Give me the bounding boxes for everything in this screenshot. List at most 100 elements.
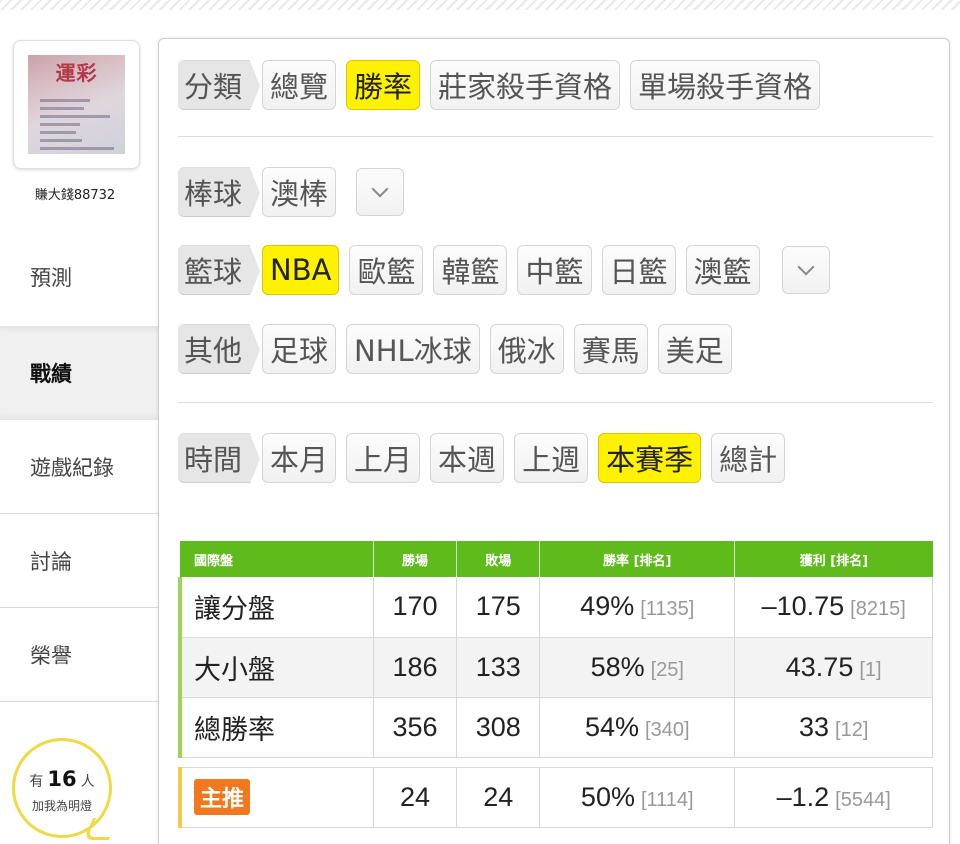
sidebar-item-label: 討論 <box>30 549 72 574</box>
league-australia-basketball[interactable]: 澳籃 <box>685 245 760 295</box>
profit-value: 33 <box>798 711 830 742</box>
league-american-football[interactable]: 美足 <box>657 324 732 374</box>
divider <box>178 402 933 403</box>
sidebar-item-discussion[interactable]: 討論 <box>0 514 158 608</box>
profit-rank: [12] <box>835 718 869 741</box>
period-last-month[interactable]: 上月 <box>346 433 421 483</box>
tab-single-game-killer[interactable]: 單場殺手資格 <box>630 60 821 110</box>
table-row: 讓分盤 170 175 49% [1135] –10.75 [8215] <box>177 577 933 638</box>
profit-rank: [1] <box>859 658 882 681</box>
row-label: 讓分盤 <box>177 577 374 638</box>
avatar-brand-text: 運彩 <box>55 61 98 85</box>
other-label: 其他 <box>178 324 261 375</box>
rate-value: 54% <box>585 711 640 742</box>
username[interactable]: 賺大錢88732 <box>0 184 150 203</box>
profit-rank: [8215] <box>850 598 906 621</box>
losses-cell: 133 <box>456 637 541 698</box>
rate-cell: 54% [340] <box>539 697 736 758</box>
chevron-down-icon <box>371 180 389 198</box>
column-header: 國際盤 <box>180 541 374 577</box>
profit-value: –1.2 <box>776 781 830 812</box>
rate-cell: 49% [1135] <box>539 577 736 638</box>
league-soccer[interactable]: 足球 <box>262 324 337 374</box>
wins-cell: 24 <box>373 766 458 828</box>
sidebar: 運彩 賺大錢88732 預測 戰績 遊戲紀錄 討論 榮譽 有 16 人 加我為明燈 <box>0 0 158 844</box>
league-abl[interactable]: 澳棒 <box>262 167 337 217</box>
sidebar-item-record[interactable]: 戰績 <box>0 326 158 420</box>
avatar[interactable]: 運彩 <box>13 40 140 169</box>
wins-cell: 170 <box>373 577 458 638</box>
category-label: 分類 <box>178 60 261 111</box>
tab-win-rate[interactable]: 勝率 <box>346 60 421 110</box>
league-horse-racing[interactable]: 賽馬 <box>573 324 648 374</box>
table-header-row: 國際盤 勝場 敗場 勝率 [排名] 獲利 [排名] <box>180 541 933 577</box>
profit-cell: 43.75 [1] <box>734 637 933 698</box>
period-this-season[interactable]: 本賽季 <box>598 433 702 483</box>
wins-cell: 186 <box>373 637 458 698</box>
rate-rank: [1135] <box>640 598 695 621</box>
profit-cell: 33 [12] <box>734 697 933 758</box>
fans-caption: 加我為明燈 <box>31 799 92 813</box>
basketball-filter-row: 籃球 NBA 歐籃 韓籃 中籃 日籃 澳籃 <box>178 244 830 296</box>
rate-rank: [340] <box>645 718 690 741</box>
sidebar-item-honor[interactable]: 榮譽 <box>0 608 158 702</box>
sidebar-item-predict[interactable]: 預測 <box>0 230 158 324</box>
league-korea-basketball[interactable]: 韓籃 <box>433 245 508 295</box>
avatar-image: 運彩 <box>28 55 125 154</box>
sidebar-item-label: 預測 <box>30 266 72 290</box>
time-filter-row: 時間 本月 上月 本週 上週 本賽季 總計 <box>178 432 795 484</box>
fans-count: 16 <box>47 767 77 791</box>
tab-overview[interactable]: 總覽 <box>262 60 337 110</box>
column-header: 敗場 <box>456 541 541 577</box>
losses-cell: 175 <box>456 577 541 638</box>
baseball-label: 棒球 <box>178 167 261 218</box>
chevron-down-icon <box>797 258 815 276</box>
sidebar-item-label: 遊戲紀錄 <box>30 455 114 480</box>
basketball-label: 籃球 <box>178 245 261 296</box>
row-label: 大小盤 <box>177 637 374 698</box>
table-row: 總勝率 356 308 54% [340] 33 [12] <box>177 697 933 758</box>
sidebar-item-label: 戰績 <box>30 362 72 386</box>
rate-cell: 58% [25] <box>539 637 736 698</box>
sidebar-item-game-log[interactable]: 遊戲紀錄 <box>0 420 158 514</box>
category-filter-row: 分類 總覽 勝率 莊家殺手資格 單場殺手資格 <box>178 59 830 111</box>
time-label: 時間 <box>178 433 261 484</box>
period-total[interactable]: 總計 <box>711 433 786 483</box>
profit-cell: –1.2 [5544] <box>734 766 933 828</box>
losses-cell: 24 <box>456 766 541 828</box>
profit-rank: [5544] <box>835 788 891 811</box>
main-pick-badge: 主推 <box>194 779 251 815</box>
baseball-more-dropdown[interactable] <box>356 168 405 216</box>
other-filter-row: 其他 足球 NHL冰球 俄冰 賽馬 美足 <box>178 323 742 375</box>
column-header: 獲利 [排名] <box>734 541 933 577</box>
period-this-week[interactable]: 本週 <box>430 433 505 483</box>
profit-value: –10.75 <box>761 591 845 622</box>
row-label: 主推 <box>177 766 374 828</box>
column-header: 勝率 [排名] <box>539 541 736 577</box>
league-japan-basketball[interactable]: 日籃 <box>601 245 676 295</box>
fans-prefix: 有 <box>29 774 44 790</box>
rate-value: 58% <box>590 651 645 682</box>
profit-cell: –10.75 [8215] <box>734 577 933 638</box>
table-spacer <box>180 757 933 767</box>
league-russian-hockey[interactable]: 俄冰 <box>489 324 564 374</box>
table-row: 大小盤 186 133 58% [25] 43.75 [1] <box>177 637 933 698</box>
profit-value: 43.75 <box>785 651 854 682</box>
divider <box>178 136 933 137</box>
column-header: 勝場 <box>373 541 458 577</box>
league-euro-basketball[interactable]: 歐籃 <box>349 245 424 295</box>
league-china-basketball[interactable]: 中籃 <box>517 245 592 295</box>
rate-rank: [1114] <box>640 788 694 811</box>
stats-table: 國際盤 勝場 敗場 勝率 [排名] 獲利 [排名] 讓分盤 170 175 49… <box>177 541 933 828</box>
rate-cell: 50% [1114] <box>539 766 736 828</box>
wins-cell: 356 <box>373 697 458 758</box>
league-nba[interactable]: NBA <box>262 245 340 295</box>
basketball-more-dropdown[interactable] <box>781 246 830 294</box>
tab-banker-killer[interactable]: 莊家殺手資格 <box>430 60 621 110</box>
rate-rank: [25] <box>650 658 684 681</box>
period-this-month[interactable]: 本月 <box>262 433 337 483</box>
fans-suffix: 人 <box>80 774 95 790</box>
period-last-week[interactable]: 上週 <box>514 433 589 483</box>
league-nhl[interactable]: NHL冰球 <box>346 324 480 374</box>
sidebar-item-label: 榮譽 <box>30 643 72 668</box>
